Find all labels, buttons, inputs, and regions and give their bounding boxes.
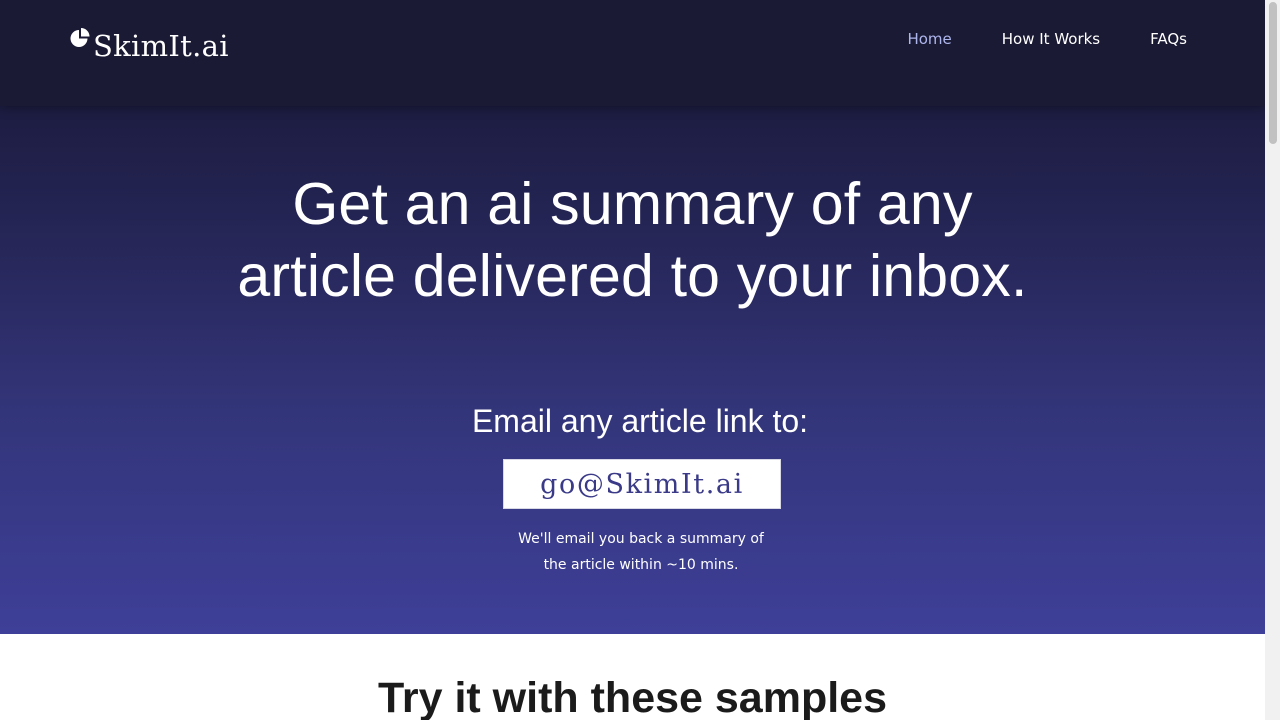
samples-heading: Try it with these samples [377,674,887,720]
scrollbar-thumb[interactable] [1269,2,1277,144]
hero-headline-line-2: article delivered to your inbox. [237,243,1028,309]
brand-name: SkimIt.ai [93,29,229,63]
cta-note-line-2: the article within ~10 mins. [543,557,739,573]
main-nav: Home How It Works FAQs [857,28,1187,50]
cta-label: Email any article link to: [471,403,809,439]
cta-note: We'll email you back a summary of the ar… [0,526,1265,578]
pie-chart-logo-icon [70,28,90,47]
email-address[interactable]: go@SkimIt.ai [540,469,744,500]
email-address-box[interactable]: go@SkimIt.ai [503,459,781,509]
nav-home-link[interactable]: Home [907,28,951,50]
nav-faqs-link[interactable]: FAQs [1150,28,1187,50]
vertical-scrollbar[interactable] [1265,0,1280,720]
hero-section: SkimIt.ai Home How It Works FAQs Get an … [0,0,1265,634]
page: SkimIt.ai Home How It Works FAQs Get an … [0,0,1265,720]
hero-headline-line-1: Get an ai summary of any [292,171,973,237]
hero-headline: Get an ai summary of any article deliver… [0,168,1265,312]
nav-how-it-works-link[interactable]: How It Works [1002,28,1100,50]
top-navbar: SkimIt.ai Home How It Works FAQs [0,0,1265,106]
cta-note-line-1: We'll email you back a summary of [518,531,764,547]
brand-logo[interactable]: SkimIt.ai [68,26,229,66]
